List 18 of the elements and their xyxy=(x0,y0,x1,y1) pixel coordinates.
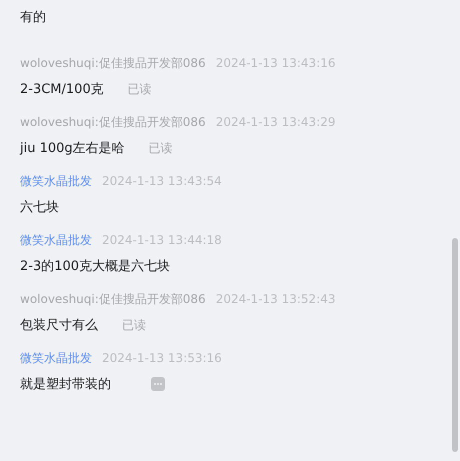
scrollbar-thumb[interactable] xyxy=(452,238,458,452)
sender-name: 微笑水晶批发 xyxy=(20,172,92,190)
read-status: 已读 xyxy=(148,140,173,156)
message-text: 包装尺寸有么 xyxy=(20,317,98,334)
more-button[interactable] xyxy=(151,377,165,391)
sender-name: woloveshuqi:促佳搜品开发部086 xyxy=(20,54,206,72)
sender-name: woloveshuqi:促佳搜品开发部086 xyxy=(20,114,206,130)
sender-name: 微笑水晶批发 xyxy=(20,350,92,366)
message-text: 2-3CM/100克 xyxy=(20,81,104,98)
read-status: 已读 xyxy=(122,316,146,334)
message-text: 2-3的100克大概是六七块 xyxy=(20,258,170,275)
message-text: 六七块 xyxy=(20,199,59,216)
message-text: jiu 100g左右是哈 xyxy=(20,140,125,157)
message-text: 有的 xyxy=(20,9,46,26)
sender-name: 微笑水晶批发 xyxy=(20,232,92,248)
sender-name: woloveshuqi:促佳搜品开发部086 xyxy=(20,290,206,308)
message-text: 就是塑封带装的 xyxy=(20,376,111,393)
read-status: 已读 xyxy=(128,80,152,98)
